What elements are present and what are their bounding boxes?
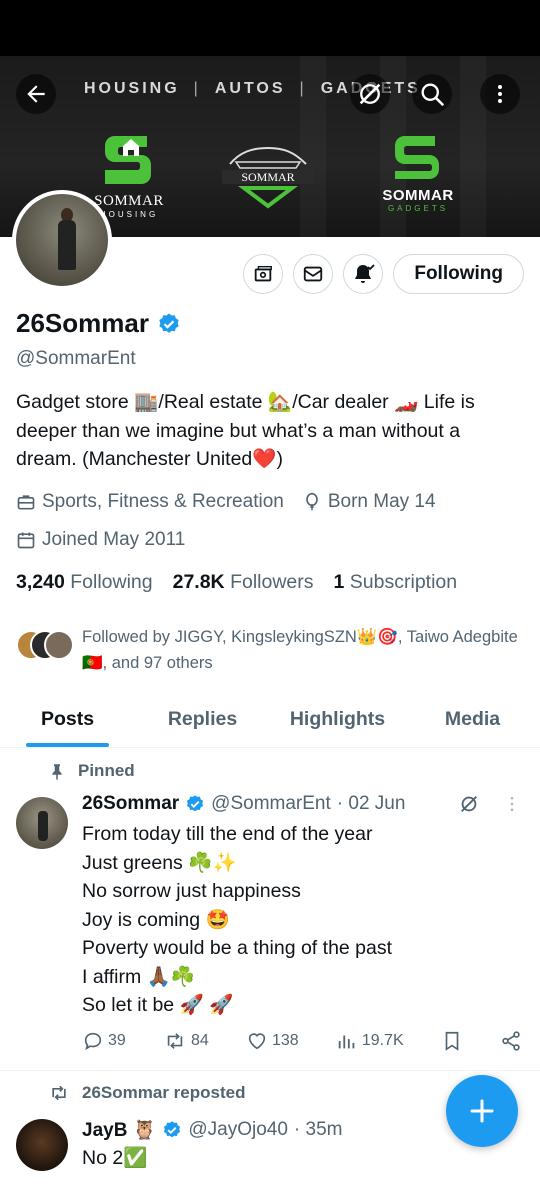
post-timestamp[interactable]: · 02 Jun [337,793,406,815]
plus-icon [470,1099,494,1123]
money-icon [255,265,273,282]
svg-text:SOMMAR: SOMMAR [241,170,294,184]
followed-by-text: Followed by JIGGY, KingsleykingSZN👑🎯, Ta… [82,628,518,672]
heart-icon [248,1033,266,1050]
repost-header: JayB 🦉 @JayOjo40 · 35m [82,1118,343,1142]
status-bar [0,0,540,56]
profile-bio: Gadget store 🏬/Real estate 🏡/Car dealer … [16,391,475,470]
subscription-stat[interactable]: 1 Subscription [334,571,458,594]
repost-timestamp[interactable]: · 35m [294,1119,343,1141]
pin-icon [52,764,62,780]
mail-icon [304,266,323,282]
bookmark-icon [445,1031,459,1051]
verified-badge-icon [159,313,179,333]
more-vertical-icon [498,85,502,103]
profile-meta-row: Sports, Fitness & Recreation Born May 14 [16,491,436,513]
profile-avatar[interactable] [12,190,112,290]
post-author-name[interactable]: 26Sommar [82,793,179,815]
post-divider [0,1070,540,1071]
more-options-button[interactable] [480,74,520,114]
repost-author-handle[interactable]: @JayOjo40 [188,1119,288,1141]
tab-replies[interactable]: Replies [135,696,270,747]
profile-stats: 3,240 Following 27.8K Followers 1 Subscr… [16,571,457,594]
reply-button[interactable]: 39 [82,1030,126,1052]
subscribe-button[interactable] [243,254,284,294]
profile-joined-row: Joined May 2011 [16,529,185,551]
repost-text: No 2✅ [82,1147,148,1169]
followers-you-know-avatars [16,630,74,662]
repost-icon [52,1085,66,1101]
post-text: From today till the end of the year Just… [82,823,393,1016]
tab-posts[interactable]: Posts [0,696,135,747]
verified-badge-icon [187,795,204,812]
more-vertical-icon[interactable] [502,794,522,814]
briefcase-icon [17,495,35,510]
profile-joined: Joined May 2011 [42,529,186,550]
like-button[interactable]: 138 [246,1030,299,1052]
sommar-housing-logo-icon [105,136,151,184]
verified-badge-icon [164,1121,181,1138]
calendar-icon [17,532,35,549]
back-button[interactable] [16,74,56,114]
following-stat[interactable]: 3,240 Following [16,571,153,594]
bookmark-button[interactable] [441,1030,463,1052]
pinned-indicator: Pinned [48,761,135,781]
share-icon [502,1031,520,1051]
brand-gadgets: SOMMAR GADGETS [378,132,458,213]
tab-media[interactable]: Media [405,696,540,747]
repost-author-avatar[interactable] [16,1119,68,1171]
tab-highlights[interactable]: Highlights [270,696,405,747]
post-actions: 39 84 138 19.7K [82,1030,522,1052]
following-button[interactable]: Following [393,254,524,294]
repost-indicator[interactable]: 26Sommar reposted [48,1083,245,1103]
repost-button[interactable]: 84 [163,1030,209,1052]
profile-actions: Following [243,254,524,294]
views-button[interactable]: 19.7K [336,1030,404,1052]
post-author-handle[interactable]: @SommarEnt [211,793,331,815]
balloon-icon [305,492,318,511]
sommar-gadgets-logo-icon [395,136,439,179]
profile-category: Sports, Fitness & Recreation [42,491,284,512]
sommar-autos-logo-icon: SOMMAR [222,146,314,209]
bell-check-icon [355,264,375,283]
grok-button[interactable] [350,74,390,114]
profile-handle: @SommarEnt [16,348,136,369]
back-arrow-icon [27,85,45,103]
followed-by-row[interactable]: Followed by JIGGY, KingsleykingSZN👑🎯, Ta… [16,624,526,676]
reply-icon [84,1032,102,1051]
notifications-button[interactable] [343,254,384,294]
share-button[interactable] [500,1030,522,1052]
profile-name: 26Sommar [16,308,181,339]
repost-icon [167,1033,183,1049]
grok-icon [359,83,381,105]
analytics-icon [338,1035,355,1049]
post-author-avatar[interactable] [16,797,68,849]
repost-author-name[interactable]: JayB 🦉 [82,1118,156,1142]
message-button[interactable] [293,254,334,294]
search-button[interactable] [412,74,452,114]
brand-autos: SOMMAR [218,132,318,217]
compose-post-button[interactable] [446,1075,518,1147]
profile-tabs: Posts Replies Highlights Media [0,696,540,748]
avatar [44,630,74,660]
post-header: 26Sommar @SommarEnt · 02 Jun [82,793,522,815]
profile-born: Born May 14 [327,491,436,512]
search-icon [421,83,444,106]
grok-icon[interactable] [458,793,480,815]
followers-stat[interactable]: 27.8K Followers [173,571,314,594]
